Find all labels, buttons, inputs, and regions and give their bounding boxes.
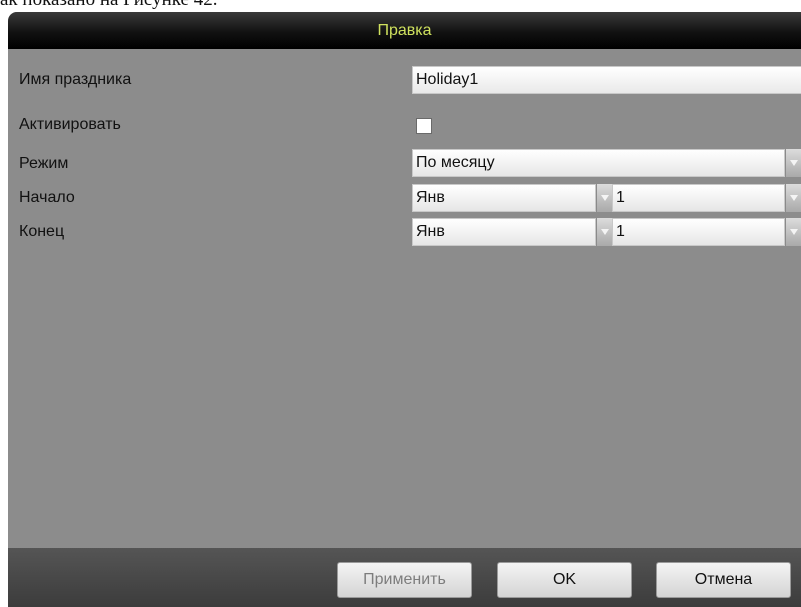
end-month-dropdown-arrow-icon[interactable] (596, 218, 613, 246)
mode-label: Режим (19, 155, 69, 172)
document-caption-text: ак показано на Рисунке 42. (0, 0, 217, 11)
dialog-title: Правка (8, 12, 801, 49)
start-day-dropdown-arrow-icon[interactable] (785, 184, 801, 212)
start-label: Начало (19, 189, 75, 206)
holiday-name-label: Имя праздника (19, 71, 132, 88)
end-label: Конец (19, 223, 65, 240)
mode-dropdown-arrow-icon[interactable] (785, 149, 801, 177)
end-month-value: Янв (412, 218, 596, 246)
mode-select-value: По месяцу (412, 149, 785, 177)
cancel-button[interactable]: Отмена (656, 562, 791, 598)
activate-checkbox[interactable] (416, 118, 432, 134)
end-day-value: 1 (612, 218, 785, 246)
holiday-name-input[interactable]: Holiday1 (412, 66, 801, 94)
dialog-footer: Применить OK Отмена (8, 548, 801, 607)
start-day-select[interactable]: 1 (612, 184, 801, 212)
start-month-value: Янв (412, 184, 596, 212)
end-day-select[interactable]: 1 (612, 218, 801, 246)
start-month-dropdown-arrow-icon[interactable] (596, 184, 613, 212)
start-day-value: 1 (612, 184, 785, 212)
edit-holiday-dialog: Правка Имя праздника Holiday1 Активирова… (8, 12, 801, 607)
apply-button[interactable]: Применить (337, 562, 472, 598)
ok-button[interactable]: OK (497, 562, 632, 598)
mode-select[interactable]: По месяцу (412, 149, 801, 177)
end-day-dropdown-arrow-icon[interactable] (785, 218, 801, 246)
activate-label: Активировать (19, 116, 121, 133)
end-month-select[interactable]: Янв (412, 218, 613, 246)
start-month-select[interactable]: Янв (412, 184, 613, 212)
